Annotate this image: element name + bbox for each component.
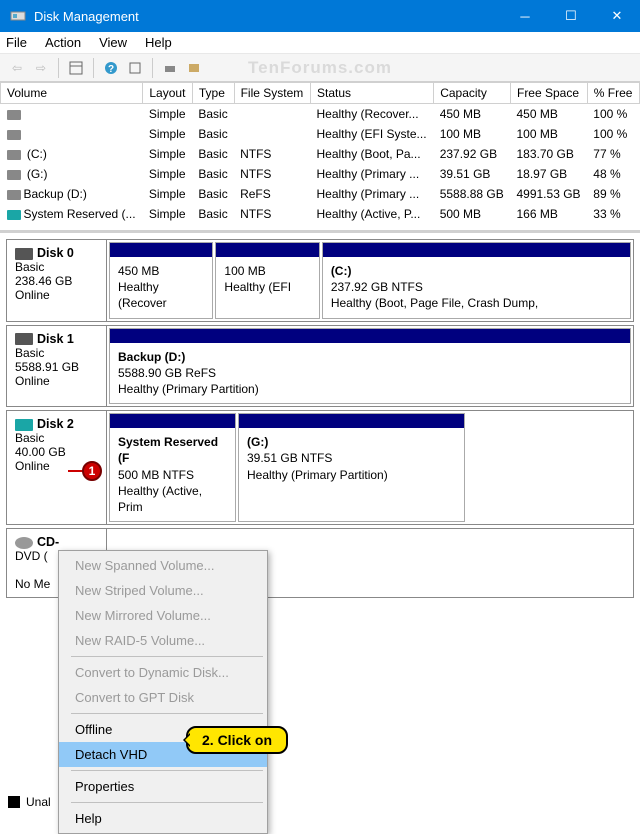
disk-label[interactable]: Disk 1Basic5588.91 GBOnline (7, 326, 107, 407)
unallocated-swatch (8, 796, 20, 808)
disc-icon (15, 537, 33, 549)
volume-icon (7, 110, 21, 120)
disk-management-icon (10, 8, 26, 24)
cdrom-type: DVD ( (15, 549, 48, 563)
maximize-button[interactable]: ☐ (548, 0, 594, 32)
context-menu-item: New Spanned Volume... (59, 553, 267, 578)
menu-file[interactable]: File (6, 35, 27, 50)
partition[interactable]: 100 MBHealthy (EFI (215, 242, 319, 319)
column-header[interactable]: Layout (143, 83, 192, 104)
column-header[interactable]: Free Space (510, 83, 587, 104)
volume-icon (7, 130, 21, 140)
context-menu-item: Convert to GPT Disk (59, 685, 267, 710)
toolbar-divider (152, 58, 153, 78)
partition-bar (110, 414, 235, 428)
partition-bar (239, 414, 464, 428)
column-header[interactable]: Status (311, 83, 434, 104)
partition[interactable]: System Reserved (F500 MB NTFSHealthy (Ac… (109, 413, 236, 522)
context-menu-separator (71, 713, 263, 714)
volume-icon (7, 150, 21, 160)
table-row[interactable]: SimpleBasicHealthy (EFI Syste...100 MB10… (1, 124, 640, 144)
volume-icon (7, 170, 21, 180)
disk-icon (15, 419, 33, 431)
cdrom-title: CD- (37, 535, 59, 549)
back-button[interactable]: ⇦ (6, 57, 28, 79)
menu-view[interactable]: View (99, 35, 127, 50)
partition-bar (323, 243, 630, 257)
disk-row[interactable]: Disk 1Basic5588.91 GBOnlineBackup (D:)55… (6, 325, 634, 408)
menubar: File Action View Help (0, 32, 640, 54)
context-menu-item: New Striped Volume... (59, 578, 267, 603)
partition[interactable]: (G:)39.51 GB NTFSHealthy (Primary Partit… (238, 413, 465, 522)
context-menu-separator (71, 656, 263, 657)
column-header[interactable]: % Free (587, 83, 639, 104)
context-menu-item[interactable]: Properties (59, 774, 267, 799)
context-menu: New Spanned Volume...New Striped Volume.… (58, 550, 268, 834)
action-button[interactable] (159, 57, 181, 79)
table-row[interactable]: SimpleBasicHealthy (Recover...450 MB450 … (1, 104, 640, 125)
disk-icon (15, 248, 33, 260)
column-header[interactable]: File System (234, 83, 310, 104)
table-row[interactable]: (G:)SimpleBasicNTFSHealthy (Primary ...3… (1, 164, 640, 184)
watermark: TenForums.com (248, 58, 392, 78)
help-button[interactable]: ? (100, 57, 122, 79)
toolbar: ⇦ ⇨ ? TenForums.com (0, 54, 640, 82)
context-menu-item[interactable]: Help (59, 806, 267, 831)
disk-label[interactable]: Disk 0Basic238.46 GBOnline (7, 240, 107, 321)
refresh-button[interactable] (124, 57, 146, 79)
annotation-step-2: 2. Click on (186, 726, 288, 754)
table-row[interactable]: (C:)SimpleBasicNTFSHealthy (Boot, Pa...2… (1, 144, 640, 164)
annotation-step-1: 1 (82, 461, 102, 481)
disk-row[interactable]: Disk 0Basic238.46 GBOnline450 MBHealthy … (6, 239, 634, 322)
svg-text:?: ? (108, 64, 114, 75)
volume-icon (7, 190, 21, 200)
volume-icon (7, 210, 21, 220)
table-row[interactable]: Backup (D:)SimpleBasicReFSHealthy (Prima… (1, 184, 640, 204)
partition-bar (110, 329, 630, 343)
partition[interactable]: Backup (D:)5588.90 GB ReFSHealthy (Prima… (109, 328, 631, 405)
partition-bar (216, 243, 318, 257)
partition[interactable]: 450 MBHealthy (Recover (109, 242, 213, 319)
settings-button[interactable] (183, 57, 205, 79)
close-button[interactable]: ✕ (594, 0, 640, 32)
forward-button[interactable]: ⇨ (30, 57, 52, 79)
cdrom-msg: No Me (15, 577, 50, 591)
titlebar: Disk Management ─ ☐ ✕ (0, 0, 640, 32)
table-row[interactable]: System Reserved (...SimpleBasicNTFSHealt… (1, 204, 640, 224)
window-title: Disk Management (34, 9, 502, 24)
context-menu-item: New Mirrored Volume... (59, 603, 267, 628)
minimize-button[interactable]: ─ (502, 0, 548, 32)
view-button[interactable] (65, 57, 87, 79)
toolbar-divider (93, 58, 94, 78)
partition-bar (110, 243, 212, 257)
context-menu-item: New RAID-5 Volume... (59, 628, 267, 653)
menu-action[interactable]: Action (45, 35, 81, 50)
menu-help[interactable]: Help (145, 35, 172, 50)
disk-icon (15, 333, 33, 345)
context-menu-separator (71, 770, 263, 771)
legend-unallocated: Unal (8, 795, 51, 809)
toolbar-divider (58, 58, 59, 78)
partition[interactable]: (C:)237.92 GB NTFSHealthy (Boot, Page Fi… (322, 242, 631, 319)
column-header[interactable]: Type (192, 83, 234, 104)
volume-table[interactable]: VolumeLayoutTypeFile SystemStatusCapacit… (0, 82, 640, 224)
context-menu-separator (71, 802, 263, 803)
column-header[interactable]: Volume (1, 83, 143, 104)
context-menu-item: Convert to Dynamic Disk... (59, 660, 267, 685)
column-header[interactable]: Capacity (434, 83, 511, 104)
